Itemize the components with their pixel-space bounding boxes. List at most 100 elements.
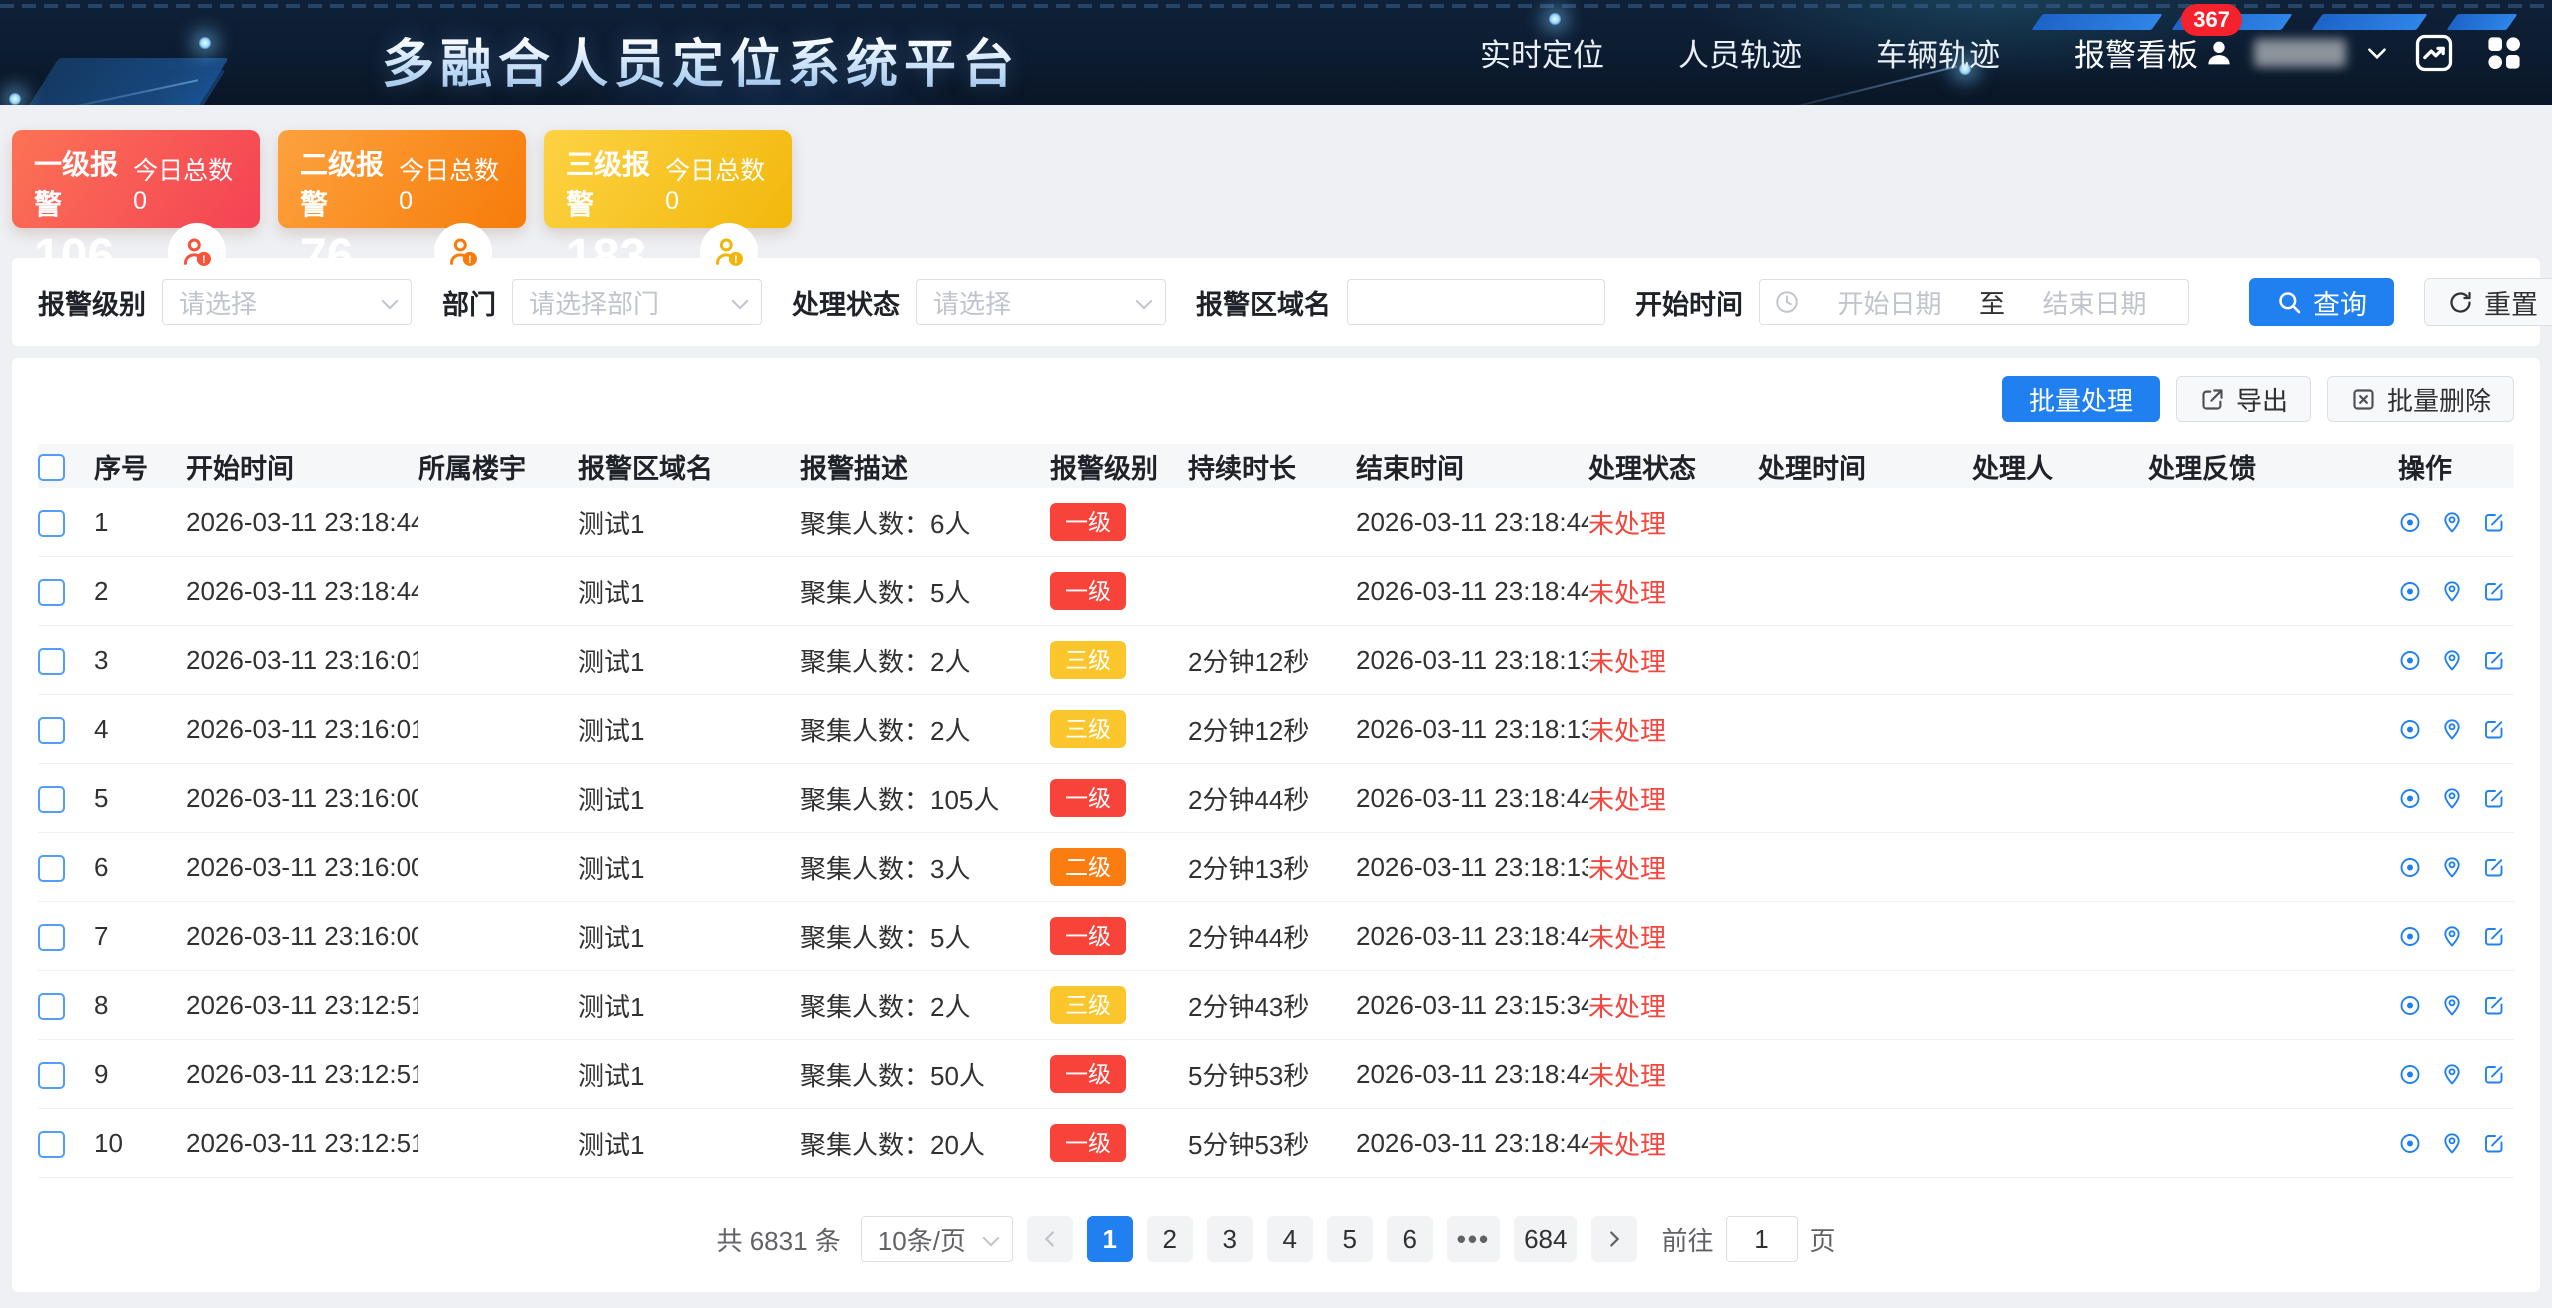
row-checkbox[interactable]: [38, 1131, 65, 1158]
row-checkbox[interactable]: [38, 855, 65, 882]
cell-handle-status: 未处理: [1588, 780, 1758, 817]
page-button-2[interactable]: 2: [1147, 1216, 1193, 1262]
row-checkbox[interactable]: [38, 993, 65, 1020]
location-icon[interactable]: [2440, 854, 2464, 881]
page-size-select[interactable]: 10条/页: [861, 1216, 1013, 1262]
row-checkbox[interactable]: [38, 717, 65, 744]
location-icon[interactable]: [2440, 785, 2464, 812]
row-actions: [2398, 578, 2514, 605]
trend-chart-button[interactable]: [2408, 27, 2460, 79]
view-icon[interactable]: [2398, 716, 2422, 743]
location-icon[interactable]: [2440, 509, 2464, 536]
goto-page-input[interactable]: [1726, 1216, 1798, 1262]
edit-icon[interactable]: [2482, 716, 2506, 743]
table-row: 8 2026-03-11 23:12:51 测试1 聚集人数：2人 三级 2分钟…: [38, 971, 2514, 1040]
view-icon[interactable]: [2398, 1130, 2422, 1157]
edit-icon[interactable]: [2482, 1130, 2506, 1157]
row-checkbox[interactable]: [38, 786, 65, 813]
edit-icon[interactable]: [2482, 854, 2506, 881]
cell-index: 3: [94, 645, 186, 676]
row-checkbox[interactable]: [38, 510, 65, 537]
view-icon[interactable]: [2398, 923, 2422, 950]
edit-icon[interactable]: [2482, 578, 2506, 605]
glow-dot-decoration: [8, 92, 22, 105]
cell-description: 聚集人数：5人: [800, 918, 1050, 955]
edit-icon[interactable]: [2482, 647, 2506, 674]
page-button-684[interactable]: 684: [1514, 1216, 1577, 1262]
row-actions: [2398, 992, 2514, 1019]
cell-start-time: 2026-03-11 23:16:00: [186, 921, 418, 952]
location-icon[interactable]: [2440, 992, 2464, 1019]
main-nav: 实时定位 人员轨迹 车辆轨迹 报警看板367: [1480, 0, 2198, 105]
row-checkbox[interactable]: [38, 924, 65, 951]
view-icon[interactable]: [2398, 785, 2422, 812]
page-button-6[interactable]: 6: [1387, 1216, 1433, 1262]
username-redacted[interactable]: [2254, 39, 2346, 67]
nav-item-实时定位[interactable]: 实时定位: [1480, 30, 1604, 75]
page-button-5[interactable]: 5: [1327, 1216, 1373, 1262]
alarm-level-select[interactable]: 请选择: [162, 279, 412, 325]
edit-icon[interactable]: [2482, 785, 2506, 812]
batch-delete-button[interactable]: 批量删除: [2327, 376, 2514, 422]
reset-button[interactable]: 重置: [2424, 278, 2552, 326]
alarm-level-badge: 一级: [1050, 779, 1126, 818]
apps-grid-button[interactable]: [2478, 27, 2530, 79]
department-select[interactable]: 请选择部门: [512, 279, 762, 325]
column-header-操作: 操作: [2398, 447, 2514, 486]
select-all-checkbox[interactable]: [38, 454, 65, 481]
alarm-area-input[interactable]: [1347, 279, 1605, 325]
location-icon[interactable]: [2440, 578, 2464, 605]
alarm-card-一级报警[interactable]: 一级报警 今日总数 0 106 !: [12, 130, 260, 228]
location-icon[interactable]: [2440, 716, 2464, 743]
chevron-down-icon[interactable]: [2364, 40, 2390, 66]
table-row: 10 2026-03-11 23:12:51 测试1 聚集人数：20人 一级 5…: [38, 1109, 2514, 1178]
view-icon[interactable]: [2398, 509, 2422, 536]
alarm-level-placeholder: 请选择: [179, 284, 257, 321]
edit-icon[interactable]: [2482, 992, 2506, 1019]
row-checkbox[interactable]: [38, 648, 65, 675]
search-button[interactable]: 查询: [2249, 278, 2394, 326]
row-checkbox[interactable]: [38, 579, 65, 606]
next-page-button[interactable]: [1591, 1216, 1637, 1262]
date-range-picker[interactable]: 开始日期 至 结束日期: [1759, 279, 2189, 325]
location-icon[interactable]: [2440, 923, 2464, 950]
cell-index: 5: [94, 783, 186, 814]
column-header-处理状态: 处理状态: [1588, 447, 1758, 486]
edit-icon[interactable]: [2482, 1061, 2506, 1088]
prev-page-button[interactable]: [1027, 1216, 1073, 1262]
page-button-4[interactable]: 4: [1267, 1216, 1313, 1262]
export-button[interactable]: 导出: [2176, 376, 2311, 422]
nav-item-人员轨迹[interactable]: 人员轨迹: [1678, 30, 1802, 75]
page-ellipsis[interactable]: •••: [1447, 1216, 1500, 1262]
page-button-3[interactable]: 3: [1207, 1216, 1253, 1262]
cell-handle-status: 未处理: [1588, 849, 1758, 886]
cell-index: 4: [94, 714, 186, 745]
edit-icon[interactable]: [2482, 923, 2506, 950]
view-icon[interactable]: [2398, 578, 2422, 605]
view-icon[interactable]: [2398, 854, 2422, 881]
location-icon[interactable]: [2440, 1130, 2464, 1157]
batch-process-button[interactable]: 批量处理: [2002, 376, 2160, 422]
start-time-label: 开始时间: [1635, 283, 1743, 322]
row-checkbox[interactable]: [38, 1062, 65, 1089]
alarm-card-二级报警[interactable]: 二级报警 今日总数 0 76 !: [278, 130, 526, 228]
card-title: 一级报警: [34, 143, 133, 223]
page-button-1[interactable]: 1: [1087, 1216, 1133, 1262]
nav-item-车辆轨迹[interactable]: 车辆轨迹: [1876, 30, 2000, 75]
location-icon[interactable]: [2440, 647, 2464, 674]
cell-area: 测试1: [578, 918, 800, 955]
view-icon[interactable]: [2398, 647, 2422, 674]
location-icon[interactable]: [2440, 1061, 2464, 1088]
edit-icon[interactable]: [2482, 509, 2506, 536]
handle-status-select[interactable]: 请选择: [916, 279, 1166, 325]
page-unit-label: 页: [1810, 1221, 1836, 1258]
nav-item-报警看板[interactable]: 报警看板367: [2074, 30, 2198, 75]
view-icon[interactable]: [2398, 992, 2422, 1019]
column-header-所属楼宇: 所属楼宇: [418, 447, 578, 486]
batch-process-label: 批量处理: [2029, 381, 2133, 418]
alarm-card-三级报警[interactable]: 三级报警 今日总数 0 183 !: [544, 130, 792, 228]
view-icon[interactable]: [2398, 1061, 2422, 1088]
date-range-to-label: 至: [1979, 284, 2005, 321]
app-header: 多融合人员定位系统平台 实时定位人员轨迹车辆轨迹报警看板367: [0, 0, 2552, 105]
cell-area: 测试1: [578, 1125, 800, 1162]
